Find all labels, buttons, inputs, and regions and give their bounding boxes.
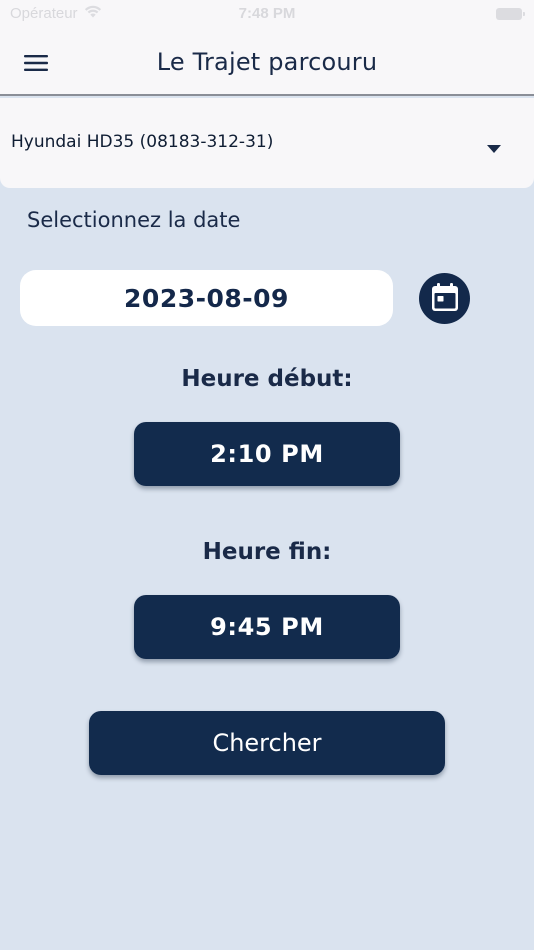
search-button[interactable]: Chercher: [89, 711, 445, 775]
date-label: Selectionnez la date: [27, 208, 241, 232]
end-time-label: Heure fin:: [202, 539, 332, 565]
calendar-button[interactable]: [419, 273, 470, 324]
app-bar: Le Trajet parcouru: [0, 28, 534, 96]
status-time: 7:48 PM: [238, 5, 296, 22]
start-time-button[interactable]: 2:10 PM: [134, 422, 400, 486]
vehicle-select-value: Hyundai HD35 (08183-312-31): [11, 132, 274, 152]
page-title: Le Trajet parcouru: [156, 48, 378, 76]
caret-down-icon: [487, 138, 501, 157]
start-time-label: Heure début:: [181, 366, 353, 392]
status-bar: Opérateur 7:48 PM: [0, 0, 534, 28]
end-time-button[interactable]: 9:45 PM: [134, 595, 400, 659]
date-field[interactable]: 2023-08-09: [20, 270, 393, 326]
battery-icon: [496, 8, 525, 20]
calendar-icon: [431, 282, 459, 316]
vehicle-select[interactable]: Hyundai HD35 (08183-312-31): [0, 98, 534, 188]
